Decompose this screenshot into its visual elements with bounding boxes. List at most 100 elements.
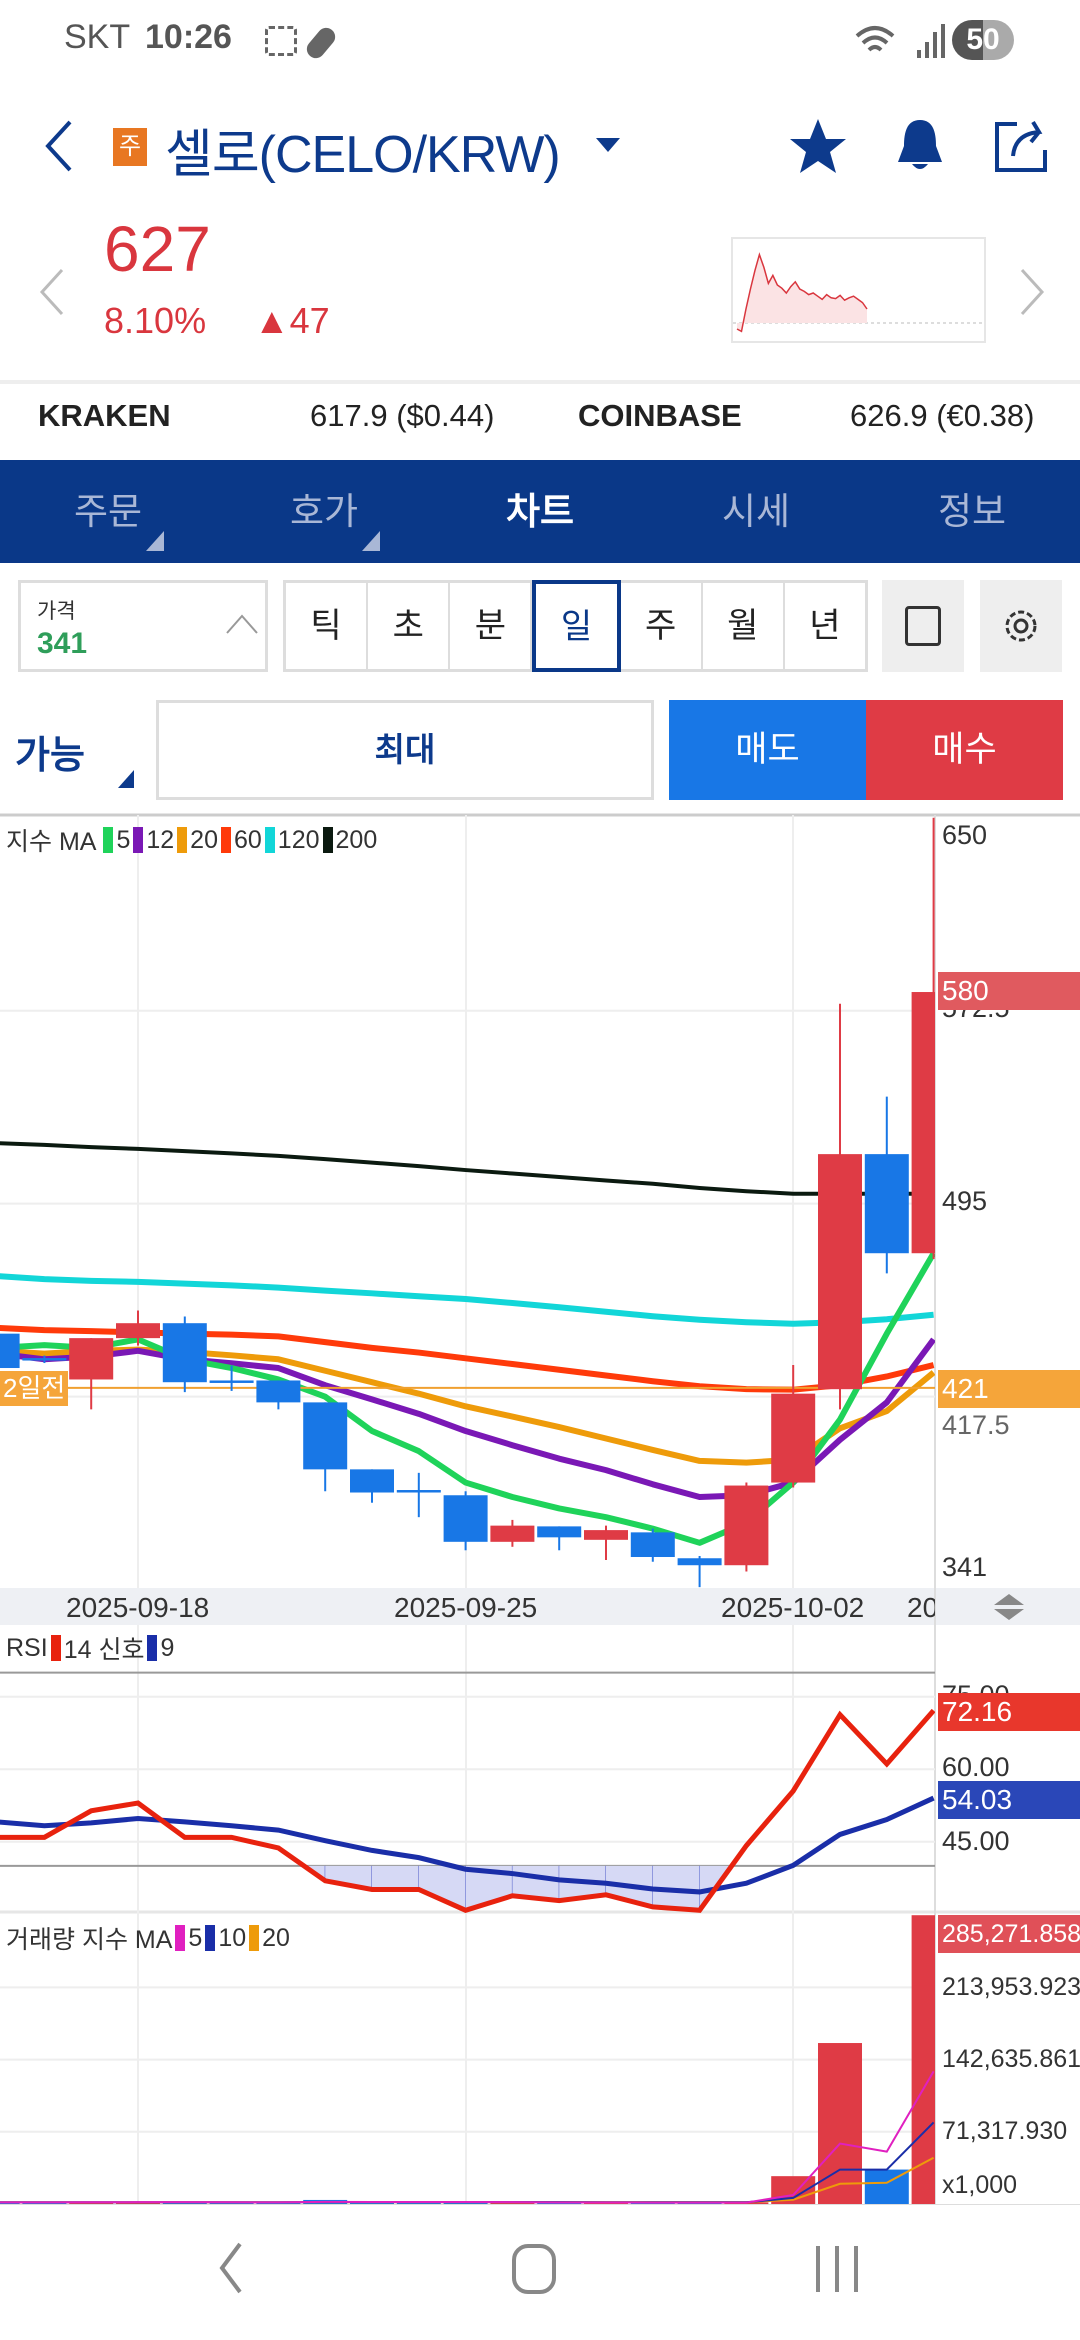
legend-label: 5 (188, 1923, 203, 1952)
tab-label: 시세 (721, 491, 791, 532)
y-tick-label: 341 (942, 1552, 988, 1582)
period-year[interactable]: 년 (785, 583, 865, 669)
period-tick[interactable]: 틱 (286, 583, 369, 669)
candle-body (864, 1154, 909, 1254)
tab-label: 주문 (73, 491, 143, 532)
system-back-button[interactable] (212, 2238, 252, 2298)
period-month[interactable]: 월 (703, 583, 785, 669)
candle-body (350, 1469, 394, 1493)
plot-area (0, 817, 935, 2204)
candle-body (630, 1532, 675, 1558)
candle-body (677, 1558, 722, 1566)
system-home-button[interactable] (512, 2244, 556, 2294)
prev-item-chevron-icon[interactable] (38, 268, 68, 316)
x-tick-label: 2025-10-02 (721, 1592, 865, 1623)
rsi-legend: RSI 14 신호 9 (6, 1630, 174, 1666)
tab-info[interactable]: 정보 (864, 460, 1080, 563)
square-icon (905, 606, 941, 646)
tab-market-price[interactable]: 시세 (648, 460, 864, 563)
candle-body (537, 1526, 582, 1538)
exchange-name: COINBASE (578, 398, 742, 433)
intraday-sparkline[interactable] (731, 237, 986, 343)
tab-orderbook[interactable]: 호가 (216, 460, 432, 563)
submenu-indicator-icon (118, 770, 134, 788)
legend-label: 120 (277, 825, 320, 854)
period-second[interactable]: 초 (368, 583, 451, 669)
dropdown-caret-icon[interactable] (596, 138, 620, 152)
legend-label: 12 (146, 825, 175, 854)
change-amount: ▲47 (254, 300, 330, 341)
price-selector-value: 341 (37, 627, 88, 660)
market-badge: 주 (113, 128, 147, 166)
legend-swatch (322, 827, 333, 853)
buy-button[interactable]: 매수 (866, 700, 1063, 800)
tab-label: 호가 (289, 491, 359, 532)
signal-value-tag: 54.03 (938, 1781, 1080, 1819)
gear-icon (1005, 610, 1037, 642)
legend-swatch (147, 1635, 158, 1661)
legend-label: 200 (335, 825, 378, 854)
exchange-price: 626.9 (€0.38) (850, 398, 1035, 433)
legend-swatch (133, 827, 144, 853)
back-button[interactable] (40, 118, 80, 174)
y-tick-label: 45.00 (942, 1826, 1010, 1856)
y-tick-label: 213,953.923 (942, 1973, 1080, 2001)
next-item-chevron-icon[interactable] (1016, 268, 1046, 316)
current-line-tag: 2일전 (0, 1371, 68, 1406)
x-tick-label: 2025-09-25 (394, 1592, 538, 1623)
resize-panel-handle-icon[interactable] (992, 1592, 1026, 1622)
price-chart[interactable] (0, 812, 1080, 2205)
y-tick-label: 71,317.930 (942, 2117, 1068, 2145)
candle-body (0, 1333, 20, 1369)
candle-body (771, 1393, 816, 1483)
chart-settings-button[interactable] (980, 580, 1062, 672)
price-selector[interactable]: 가격 341 (18, 580, 268, 672)
legend-label: 20 (262, 1923, 290, 1952)
main-tab-bar: 주문 호가 차트 시세 정보 (0, 460, 1080, 563)
legend-label: 9 (160, 1633, 175, 1662)
alert-bell-icon[interactable] (890, 116, 950, 176)
chevron-up-icon (226, 614, 258, 634)
system-recents-button[interactable] (812, 2244, 862, 2294)
status-time: 10:26 (145, 18, 232, 56)
tab-chart[interactable]: 차트 (432, 460, 648, 563)
candle-body (396, 1490, 441, 1493)
candle-body (116, 1323, 160, 1339)
period-minute[interactable]: 분 (450, 583, 533, 669)
current-price: 627 (104, 213, 211, 285)
submenu-indicator-icon (362, 531, 380, 551)
sell-button[interactable]: 매도 (669, 700, 866, 800)
period-week[interactable]: 주 (621, 583, 703, 669)
candle-body (818, 1154, 862, 1390)
available-label[interactable]: 가능 (15, 724, 85, 779)
change-percent: 8.10% (104, 300, 207, 341)
y-tick-label: 142,635.861 (942, 2045, 1080, 2073)
candle-body (256, 1380, 301, 1403)
last-price-tag: 580 (938, 972, 1080, 1010)
tab-label: 차트 (505, 491, 575, 532)
y-tick-label: 417.5 (942, 1410, 1010, 1440)
candle-body (209, 1380, 254, 1383)
tab-order[interactable]: 주문 (0, 460, 216, 563)
volume-value-tag: 285,271.858 (938, 1915, 1080, 1953)
period-day[interactable]: 일 (532, 580, 621, 672)
exchange-price: 617.9 ($0.44) (310, 398, 495, 433)
layout-toggle-button[interactable] (882, 580, 964, 672)
legend-title: 지수 MA (6, 828, 97, 856)
status-carrier: SKT (64, 18, 131, 56)
legend-swatch (220, 827, 231, 853)
wifi-signal-icon (855, 24, 945, 58)
legend-swatch (177, 827, 188, 853)
candle-body (584, 1530, 628, 1540)
page-title[interactable]: 셀로(CELO/KRW) (165, 112, 561, 187)
share-icon[interactable] (993, 116, 1053, 176)
legend-swatch (249, 1925, 260, 1951)
submenu-indicator-icon (146, 531, 164, 551)
favorite-star-icon[interactable] (788, 117, 848, 175)
max-quantity-button[interactable]: 최대 (156, 700, 654, 800)
legend-swatch (103, 827, 114, 853)
pill-icon (303, 24, 339, 62)
legend-swatch (205, 1925, 216, 1951)
legend-label: 10 (218, 1923, 247, 1952)
legend-title: 거래량 지수 MA (6, 1926, 173, 1954)
